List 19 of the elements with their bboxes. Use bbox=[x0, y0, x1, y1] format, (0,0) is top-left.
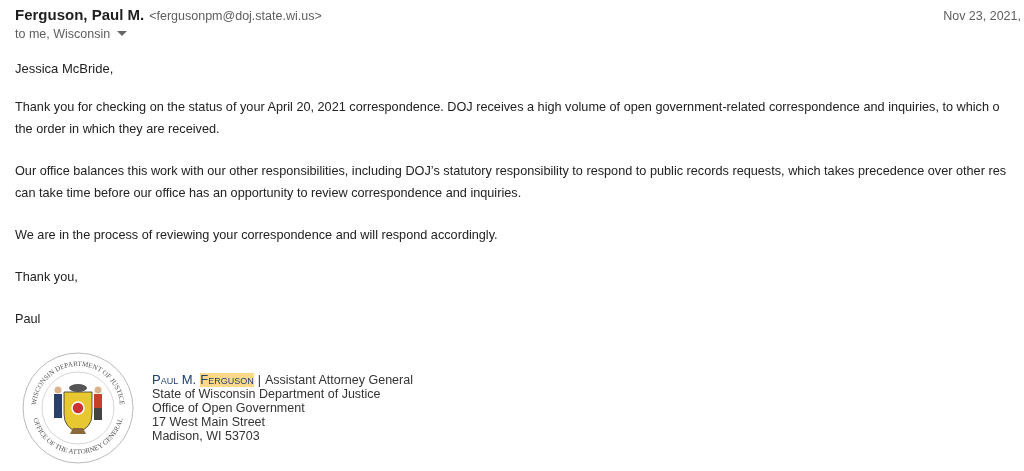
paragraph: Thank you for checking on the status of your April 20, 2021 correspondence. DOJ receives a high volume of open government-related correspondence and inquiries, to which o the order in which they are received. bbox=[15, 99, 1001, 138]
signature-name: Paul M. bbox=[152, 373, 197, 387]
email-date: Nov 23, 2021, bbox=[943, 9, 1021, 23]
signature-line: 17 West Main Street bbox=[152, 415, 266, 429]
greeting: Jessica McBride, bbox=[15, 61, 115, 76]
highlighted-name: Ferguson bbox=[200, 373, 254, 387]
sender-email: <fergusonpm@doj.state.wi.us> bbox=[149, 9, 322, 23]
paragraph: We are in the process of reviewing your correspondence and will respond accordingly. bbox=[15, 227, 499, 244]
paragraph: Our office balances this work with our other responsibilities, including DOJ’s statutory responsibility to respond to public records requests, which takes precedence over other res can take time before our office has an opportunity to review correspondence and inquiries. bbox=[15, 163, 1008, 202]
signature-line: Office of Open Government bbox=[152, 401, 306, 415]
paragraph: Paul bbox=[15, 311, 42, 328]
signature-line: Madison, WI 53703 bbox=[152, 429, 261, 443]
recipients: to me, Wisconsin bbox=[15, 27, 111, 41]
job-title: Assistant Attorney General bbox=[264, 373, 413, 387]
signature-line: State of Wisconsin Department of Justice bbox=[152, 387, 382, 401]
separator: | bbox=[257, 373, 261, 387]
sender-name: Ferguson, Paul M. bbox=[15, 6, 145, 23]
caret-icon[interactable] bbox=[117, 31, 128, 37]
paragraph: Thank you, bbox=[15, 269, 79, 286]
